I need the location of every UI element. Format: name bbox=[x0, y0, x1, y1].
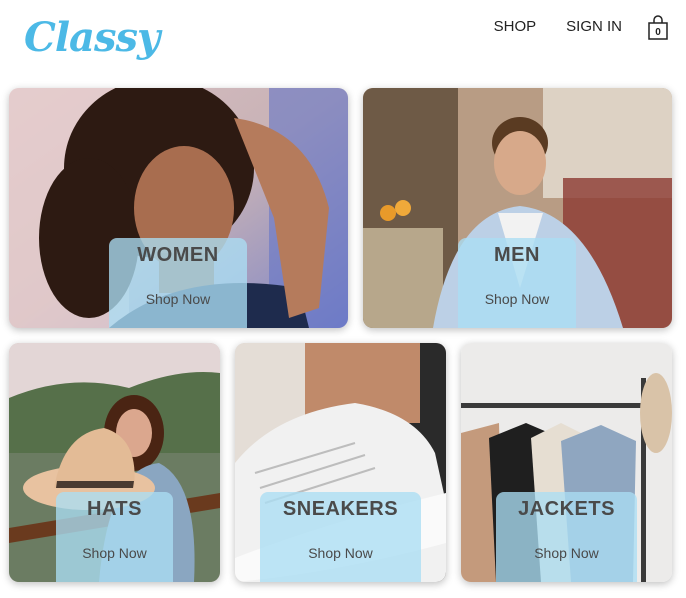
category-tile-jackets[interactable]: JACKETS Shop Now bbox=[461, 343, 672, 582]
category-tile-sneakers[interactable]: SNEAKERS Shop Now bbox=[235, 343, 446, 582]
tile-title: WOMEN bbox=[137, 244, 219, 266]
tile-title: HATS bbox=[87, 498, 142, 520]
main-nav: SHOP SIGN IN bbox=[494, 18, 622, 35]
brand-logo[interactable]: Classy bbox=[24, 14, 160, 61]
sneakers-overlay: SNEAKERS Shop Now bbox=[260, 492, 421, 582]
site-header: Classy SHOP SIGN IN 0 bbox=[0, 0, 686, 78]
tile-title: MEN bbox=[494, 244, 540, 266]
women-overlay: WOMEN Shop Now bbox=[109, 238, 247, 328]
nav-sign-in-link[interactable]: SIGN IN bbox=[566, 18, 622, 35]
tile-title: JACKETS bbox=[518, 498, 615, 520]
tile-title: SNEAKERS bbox=[282, 498, 399, 520]
jackets-overlay: JACKETS Shop Now bbox=[496, 492, 637, 582]
cart-item-count: 0 bbox=[655, 27, 661, 38]
shop-now-link[interactable]: Shop Now bbox=[109, 291, 247, 307]
category-tile-women[interactable]: WOMEN Shop Now bbox=[9, 88, 348, 328]
men-overlay: MEN Shop Now bbox=[458, 238, 576, 328]
shop-now-link[interactable]: Shop Now bbox=[458, 291, 576, 307]
category-tile-men[interactable]: MEN Shop Now bbox=[363, 88, 672, 328]
cart-button[interactable]: 0 bbox=[646, 15, 670, 41]
shop-now-link[interactable]: Shop Now bbox=[496, 545, 637, 561]
shop-now-link[interactable]: Shop Now bbox=[56, 545, 173, 561]
shop-now-link[interactable]: Shop Now bbox=[260, 545, 421, 561]
category-tile-hats[interactable]: HATS Shop Now bbox=[9, 343, 220, 582]
nav-shop-link[interactable]: SHOP bbox=[494, 18, 537, 35]
hats-overlay: HATS Shop Now bbox=[56, 492, 173, 582]
